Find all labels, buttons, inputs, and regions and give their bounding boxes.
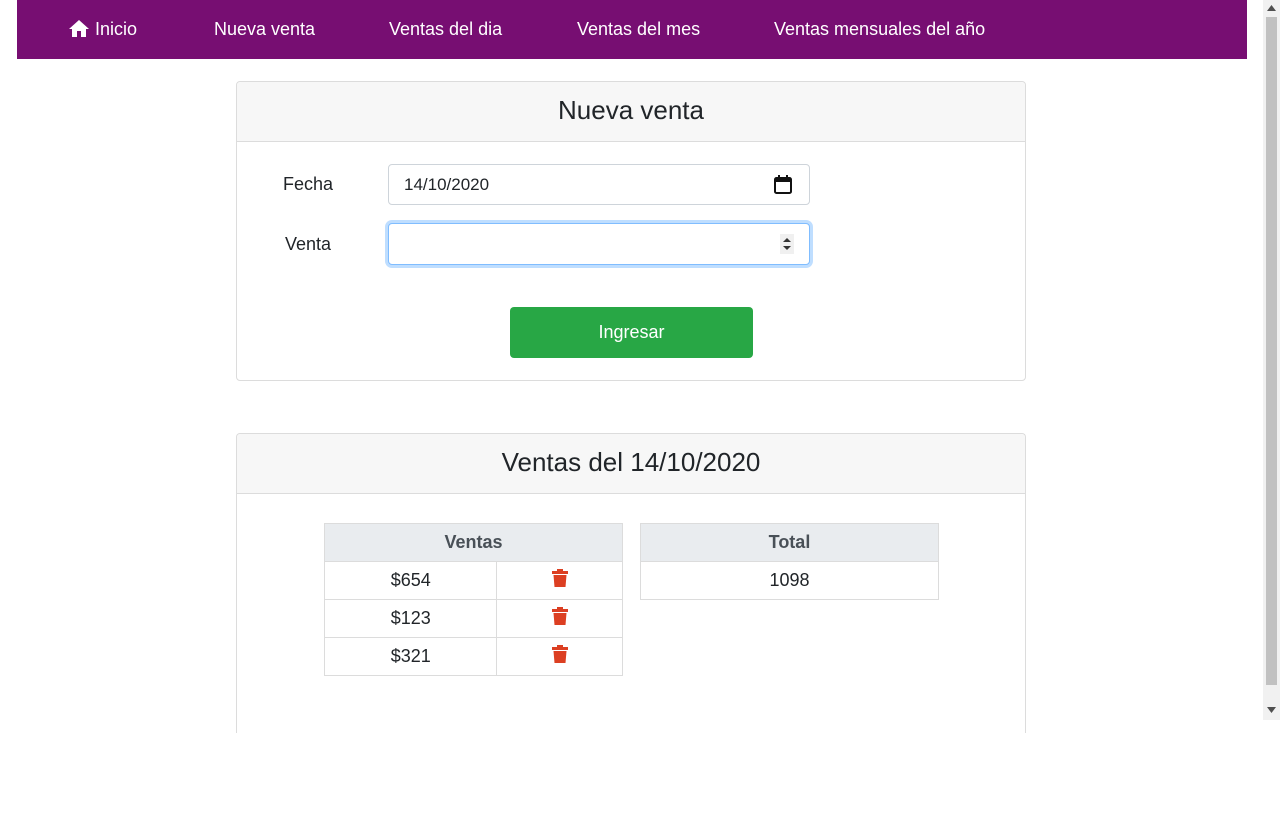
table-row: $123 (323, 599, 623, 638)
trash-icon[interactable] (551, 645, 568, 668)
new-sale-card: Nueva venta Fecha 14/10/2020 Venta Ingre… (236, 81, 1026, 381)
fecha-date-input[interactable]: 14/10/2020 (388, 164, 810, 205)
nav-item-inicio[interactable]: Inicio (69, 0, 137, 59)
total-value: 1098 (640, 561, 939, 600)
sale-amount: $321 (323, 637, 498, 676)
fecha-value: 14/10/2020 (404, 175, 490, 194)
trash-icon[interactable] (551, 569, 568, 592)
daily-sales-card: Ventas del 14/10/2020 Ventas $654 $123 $… (236, 433, 1026, 733)
nav-item-ventas-del-mes[interactable]: Ventas del mes (577, 0, 700, 59)
ingresar-button[interactable]: Ingresar (510, 307, 753, 358)
sales-table: Ventas $654 $123 $321 (323, 523, 623, 676)
table-row: $654 (323, 561, 623, 600)
calendar-icon[interactable] (774, 175, 792, 199)
top-navbar: Inicio Nueva venta Ventas del dia Ventas… (17, 0, 1247, 59)
venta-number-input[interactable] (388, 223, 810, 265)
trash-icon[interactable] (551, 607, 568, 630)
sale-amount: $123 (323, 599, 498, 638)
scroll-down-arrow-icon[interactable] (1267, 707, 1276, 713)
total-table: Total 1098 (640, 523, 939, 600)
table-row: $321 (323, 637, 623, 676)
new-sale-title: Nueva venta (237, 82, 1025, 142)
total-header: Total (640, 523, 939, 562)
table-row: 1098 (640, 561, 939, 600)
fecha-label: Fecha (283, 174, 334, 194)
nav-item-ventas-del-dia[interactable]: Ventas del dia (389, 0, 502, 59)
venta-label: Venta (285, 234, 332, 254)
ventas-header: Ventas (324, 523, 623, 562)
spinner-icon[interactable] (780, 234, 794, 254)
nav-item-ventas-mensuales[interactable]: Ventas mensuales del año (774, 0, 985, 59)
daily-sales-title: Ventas del 14/10/2020 (237, 434, 1025, 494)
scroll-thumb[interactable] (1266, 17, 1277, 685)
home-icon (69, 2, 89, 61)
sale-amount: $654 (323, 561, 498, 600)
vertical-scrollbar[interactable] (1263, 0, 1280, 720)
scroll-up-arrow-icon[interactable] (1267, 5, 1276, 11)
nav-item-label: Inicio (95, 19, 138, 39)
nav-item-nueva-venta[interactable]: Nueva venta (214, 0, 315, 59)
